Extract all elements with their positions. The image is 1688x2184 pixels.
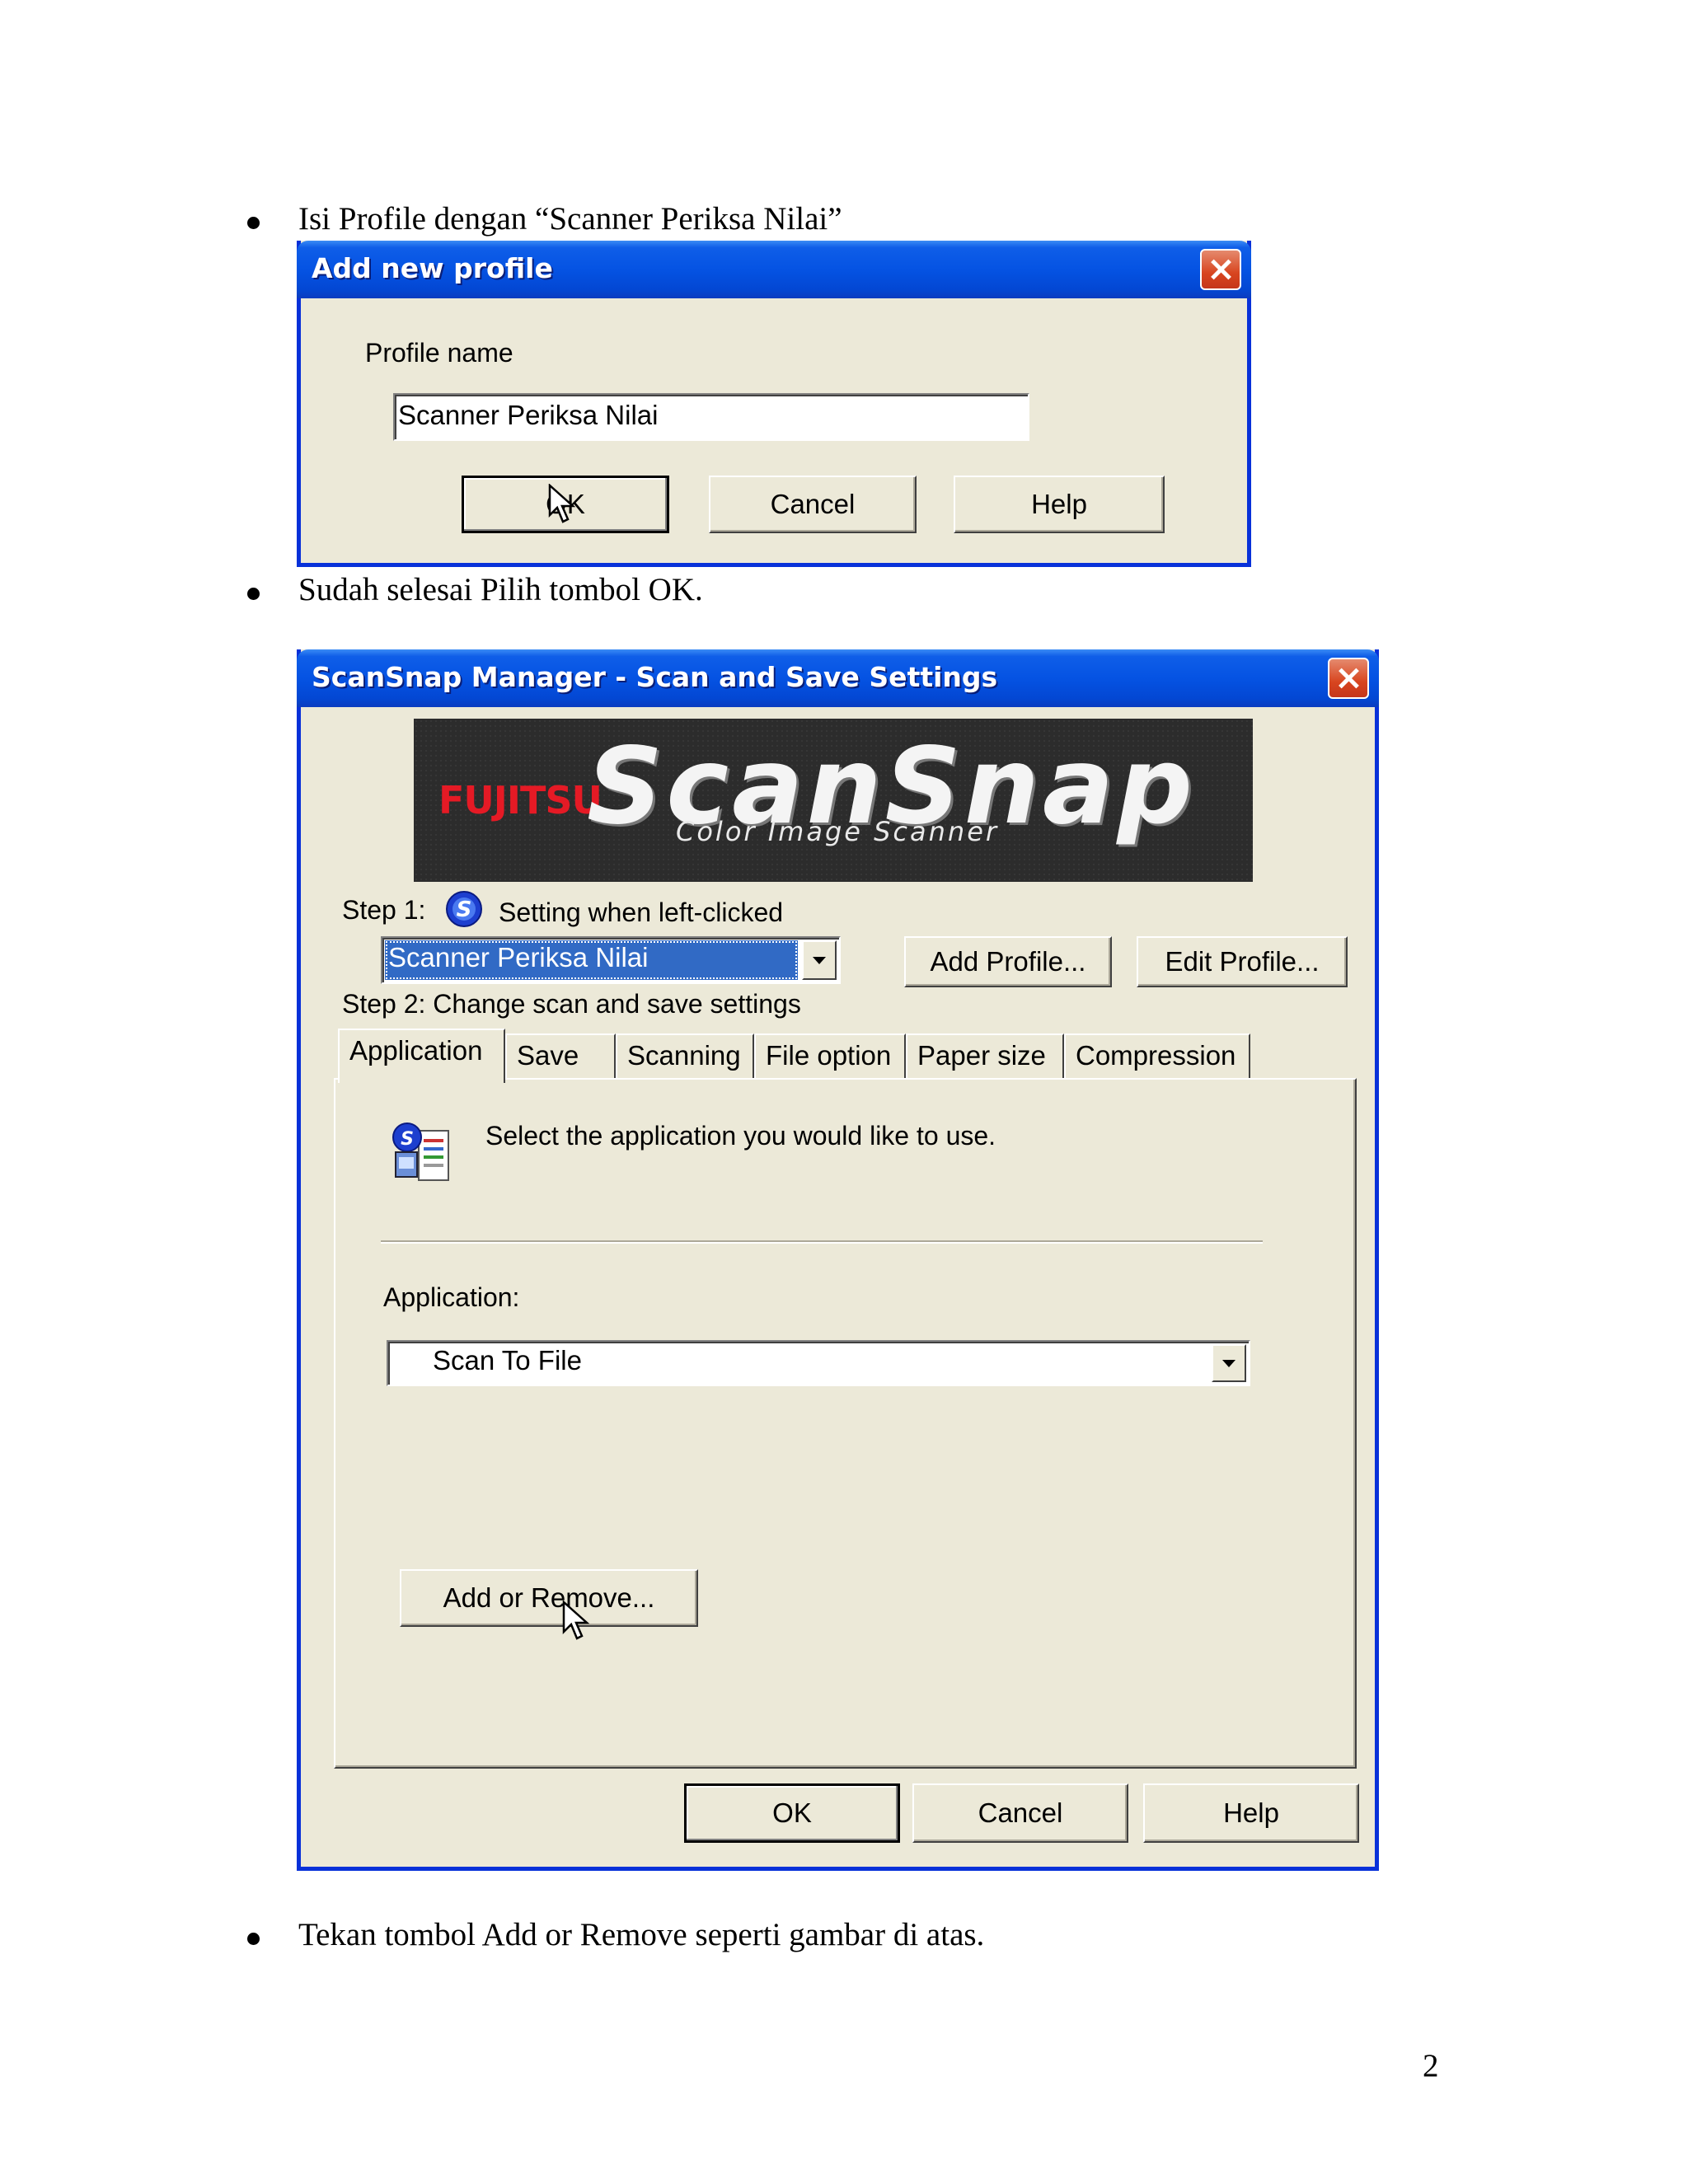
- tab-save-label: Save: [517, 1040, 579, 1071]
- profile-select[interactable]: Scanner Periksa Nilai: [381, 936, 841, 984]
- bullet-text-1: Isi Profile dengan “Scanner Periksa Nila…: [298, 201, 842, 237]
- svg-text:S: S: [401, 1129, 414, 1150]
- help-button[interactable]: Help: [954, 476, 1165, 533]
- add-profile-button-label: Add Profile...: [930, 946, 1086, 977]
- help-button-label: Help: [1223, 1797, 1279, 1828]
- profile-select-value: Scanner Periksa Nilai: [385, 940, 798, 980]
- application-label: Application:: [383, 1282, 520, 1312]
- application-instruction: Select the application you would like to…: [485, 1121, 996, 1151]
- bullet-dot: [247, 1933, 260, 1945]
- add-profile-dialog: Add new profile Profile name Scanner Per…: [297, 241, 1251, 567]
- separator: [381, 1240, 1263, 1244]
- scansnap-banner: FUJITSU ScanSnap Color Image Scanner: [414, 719, 1253, 882]
- mouse-pointer-icon: [562, 1601, 590, 1640]
- profile-name-value: Scanner Periksa Nilai: [398, 400, 659, 430]
- scansnap-title: ScanSnap Manager - Scan and Save Setting…: [312, 661, 998, 693]
- profile-name-input[interactable]: Scanner Periksa Nilai: [393, 393, 1029, 441]
- tab-application-label: Application: [349, 1035, 483, 1066]
- cancel-button[interactable]: Cancel: [912, 1783, 1128, 1843]
- svg-text:S: S: [457, 898, 472, 922]
- cancel-button-label: Cancel: [978, 1797, 1063, 1828]
- edit-profile-button-label: Edit Profile...: [1165, 946, 1320, 977]
- chevron-down-icon[interactable]: [802, 940, 837, 980]
- page-number: 2: [1423, 2048, 1439, 2083]
- tab-panel-application: S Select the application you would like …: [334, 1078, 1357, 1769]
- step1-label: Step 1:: [342, 895, 426, 925]
- close-icon[interactable]: [1328, 658, 1369, 699]
- add-profile-button[interactable]: Add Profile...: [904, 936, 1112, 987]
- step2-label: Step 2: Change scan and save settings: [342, 989, 801, 1019]
- edit-profile-button[interactable]: Edit Profile...: [1137, 936, 1348, 987]
- application-select[interactable]: Scan To File: [387, 1340, 1250, 1386]
- add-profile-title: Add new profile: [312, 252, 553, 284]
- profile-name-label: Profile name: [365, 338, 513, 368]
- tab-paper-size-label: Paper size: [917, 1040, 1046, 1071]
- tab-compression-label: Compression: [1076, 1040, 1236, 1071]
- add-or-remove-button-label: Add or Remove...: [443, 1582, 655, 1613]
- bullet-text-2: Sudah selesai Pilih tombol OK.: [298, 572, 703, 607]
- help-button-label: Help: [1031, 489, 1087, 519]
- scansnap-titlebar[interactable]: ScanSnap Manager - Scan and Save Setting…: [297, 649, 1379, 707]
- application-icon: S: [392, 1122, 449, 1181]
- tab-file-option[interactable]: File option: [754, 1033, 906, 1080]
- close-icon[interactable]: [1200, 249, 1241, 290]
- ok-button-label: OK: [772, 1797, 812, 1828]
- fujitsu-logo: FUJITSU: [438, 778, 603, 823]
- cancel-button[interactable]: Cancel: [709, 476, 917, 533]
- ok-button[interactable]: OK: [684, 1783, 900, 1843]
- tab-compression[interactable]: Compression: [1064, 1033, 1250, 1080]
- tab-application[interactable]: Application: [338, 1029, 505, 1083]
- tab-file-option-label: File option: [766, 1040, 892, 1071]
- scansnap-settings-dialog: ScanSnap Manager - Scan and Save Setting…: [297, 649, 1379, 1871]
- chevron-down-icon[interactable]: [1212, 1344, 1246, 1382]
- application-select-value: Scan To File: [433, 1345, 582, 1376]
- bullet-text-3: Tekan tombol Add or Remove seperti gamba…: [298, 1917, 985, 1952]
- cancel-button-label: Cancel: [770, 489, 856, 519]
- tab-scanning[interactable]: Scanning: [616, 1033, 754, 1080]
- tab-save[interactable]: Save: [505, 1033, 616, 1080]
- add-or-remove-button[interactable]: Add or Remove...: [400, 1569, 698, 1627]
- bullet-dot: [247, 217, 260, 229]
- scansnap-tagline: Color Image Scanner: [676, 816, 1000, 847]
- tab-paper-size[interactable]: Paper size: [906, 1033, 1064, 1080]
- help-button[interactable]: Help: [1143, 1783, 1359, 1843]
- scansnap-icon: S: [446, 891, 482, 927]
- add-profile-titlebar[interactable]: Add new profile: [297, 241, 1251, 298]
- bullet-dot: [247, 588, 260, 600]
- tab-scanning-label: Scanning: [627, 1040, 741, 1071]
- mouse-pointer-icon: [548, 484, 576, 523]
- step1-text: Setting when left-clicked: [499, 898, 784, 927]
